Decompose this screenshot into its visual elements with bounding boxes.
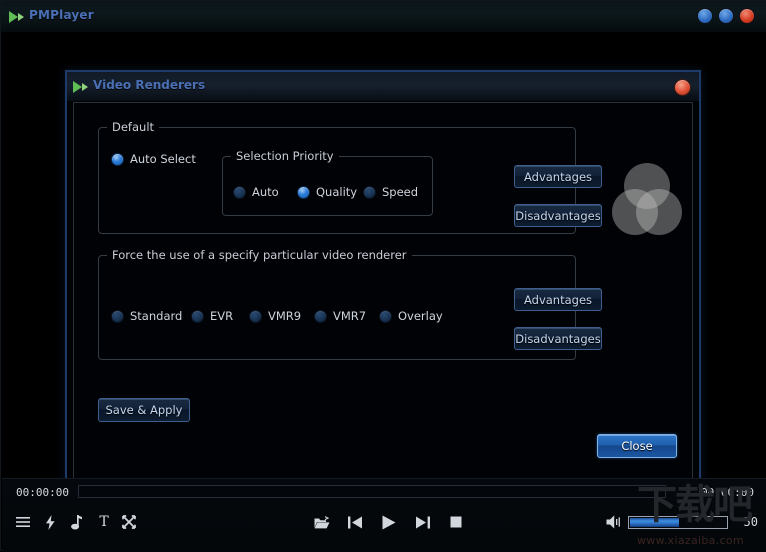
force-renderer-group: Force the use of a specify particular vi…	[98, 248, 576, 360]
radio-vmr7[interactable]: VMR7	[314, 309, 366, 323]
radio-standard-label: Standard	[130, 309, 183, 323]
radio-dot-icon	[249, 309, 262, 323]
volume-slider-fill	[630, 517, 679, 527]
disadvantages-button-force[interactable]: Disadvantages	[514, 327, 602, 350]
radio-vmr7-label: VMR7	[333, 309, 367, 323]
total-time: 00:00:00	[701, 486, 754, 499]
radio-dot-icon	[314, 309, 327, 323]
previous-track-icon[interactable]	[342, 507, 368, 537]
volume-value: 50	[743, 515, 758, 529]
minimize-button[interactable]	[697, 8, 713, 24]
radio-dot-icon	[191, 309, 204, 323]
play-icon[interactable]	[376, 507, 402, 537]
close-button[interactable]	[739, 8, 755, 24]
window-titlebar: PMPlayer	[1, 1, 766, 32]
subtitle-text-icon[interactable]: T	[91, 507, 117, 537]
dialog-body: Default Auto Select Selection Priority A…	[73, 102, 693, 480]
radio-dot-icon	[111, 152, 124, 166]
dialog-close-icon[interactable]	[674, 79, 691, 96]
shuffle-icon[interactable]	[116, 507, 142, 537]
radio-priority-quality-label: Quality	[316, 185, 358, 199]
selection-priority-group: Selection Priority Auto Quality Speed	[222, 149, 433, 216]
advantages-button-default[interactable]: Advantages	[514, 165, 602, 188]
close-dialog-button[interactable]: Close	[597, 434, 677, 458]
three-circles-logo	[612, 163, 682, 235]
radio-priority-auto-label: Auto	[252, 185, 279, 199]
radio-auto-select[interactable]: Auto Select	[111, 152, 196, 166]
dialog-title: Video Renderers	[93, 78, 206, 92]
window-title: PMPlayer	[29, 8, 94, 22]
bolt-icon[interactable]	[37, 507, 63, 537]
video-stage: Video Renderers Default Auto Select Sele…	[2, 32, 766, 498]
radio-vmr9[interactable]: VMR9	[249, 309, 301, 323]
radio-auto-select-label: Auto Select	[130, 152, 196, 166]
play-triangle-icon	[73, 79, 89, 93]
default-group-label: Default	[107, 120, 160, 134]
elapsed-time: 00:00:00	[16, 486, 69, 499]
radio-priority-quality[interactable]: Quality	[297, 185, 357, 199]
advantages-button-force[interactable]: Advantages	[514, 288, 602, 311]
radio-overlay-label: Overlay	[398, 309, 443, 323]
stop-icon[interactable]	[443, 507, 469, 537]
subtitle-text-glyph: T	[99, 514, 109, 530]
window-controls	[697, 8, 759, 24]
radio-dot-icon	[233, 185, 246, 199]
speaker-icon[interactable]	[606, 514, 624, 530]
radio-evr-label: EVR	[210, 309, 234, 323]
radio-dot-icon	[379, 309, 392, 323]
radio-dot-icon	[297, 185, 310, 199]
dialog-titlebar: Video Renderers	[67, 72, 699, 101]
volume-control: 50	[606, 507, 758, 537]
open-file-icon[interactable]	[309, 507, 335, 537]
seek-bar[interactable]	[78, 485, 666, 498]
radio-dot-icon	[111, 309, 124, 323]
next-track-icon[interactable]	[409, 507, 435, 537]
volume-slider[interactable]	[628, 515, 728, 529]
video-renderers-dialog: Video Renderers Default Auto Select Sele…	[65, 70, 701, 498]
music-note-icon[interactable]	[64, 507, 90, 537]
maximize-button[interactable]	[718, 8, 734, 24]
pmplayer-window: PMPlayer Video Renderers Default Auto Se…	[0, 0, 766, 552]
menu-icon[interactable]	[10, 507, 36, 537]
selection-priority-label: Selection Priority	[231, 149, 339, 163]
radio-standard[interactable]: Standard	[111, 309, 182, 323]
disadvantages-button-default[interactable]: Disadvantages	[514, 204, 602, 227]
radio-overlay[interactable]: Overlay	[379, 309, 443, 323]
player-controls: 00:00:00 00:00:00 T 50	[2, 478, 766, 552]
radio-vmr9-label: VMR9	[268, 309, 302, 323]
transport-row: T 50	[2, 507, 766, 547]
radio-priority-auto[interactable]: Auto	[233, 185, 279, 199]
radio-priority-speed-label: Speed	[382, 185, 419, 199]
force-renderer-label: Force the use of a specify particular vi…	[107, 248, 412, 262]
save-and-apply-button[interactable]: Save & Apply	[98, 398, 190, 422]
play-triangle-icon	[9, 9, 25, 23]
radio-dot-icon	[363, 185, 376, 199]
default-group: Default Auto Select Selection Priority A…	[98, 120, 576, 234]
radio-priority-speed[interactable]: Speed	[363, 185, 418, 199]
radio-evr[interactable]: EVR	[191, 309, 233, 323]
